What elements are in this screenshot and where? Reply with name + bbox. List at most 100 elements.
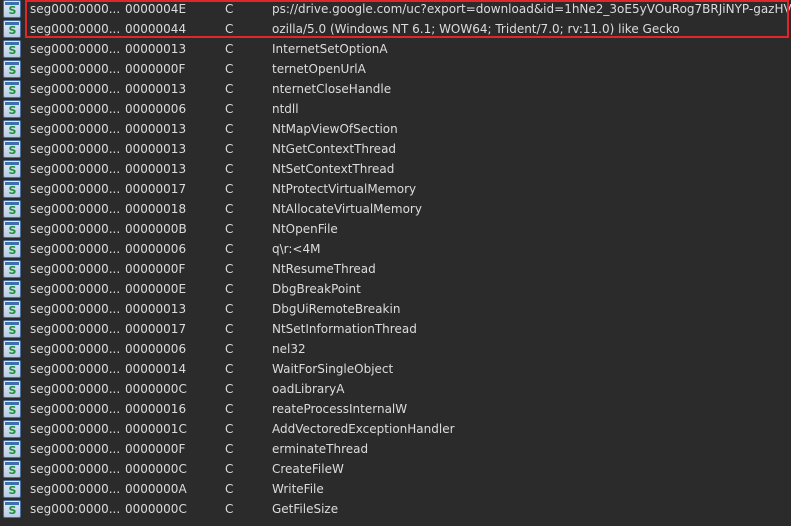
type-cell: C [225, 442, 234, 456]
length-cell: 0000000F [125, 262, 186, 276]
string-row[interactable]: Sseg000:0000... 0000000C C GetFileSize [0, 499, 791, 519]
length-cell: 00000018 [125, 202, 187, 216]
string-icon-glyph: S [8, 44, 17, 57]
length-cell: 00000006 [125, 342, 187, 356]
string-row[interactable]: Sseg000:0000... 00000014 C WaitForSingleObj… [0, 359, 791, 379]
string-s-icon: S [3, 100, 21, 118]
string-s-icon: S [3, 140, 21, 158]
string-row[interactable]: Sseg000:0000... 00000006 Cq\r:<4M [0, 239, 791, 259]
string-row[interactable]: Sseg000:0000... 0000001C C AddVectoredExcep… [0, 419, 791, 439]
string-row[interactable]: Sseg000:0000... 0000000C CoadLibraryA [0, 379, 791, 399]
address-cell: seg000:0000... [30, 482, 121, 496]
string-row[interactable]: Sseg000:0000... 0000000F CternetOpenUrlA [0, 59, 791, 79]
type-cell: C [225, 162, 234, 176]
length-cell: 00000017 [125, 182, 187, 196]
string-s-icon: S [3, 420, 21, 438]
length-cell: 00000013 [125, 122, 187, 136]
address-cell: seg000:0000... [30, 62, 121, 76]
string-s-icon: S [3, 340, 21, 358]
length-cell: 0000000C [125, 502, 187, 516]
string-cell: NtAllocateVirtualMemory [272, 202, 422, 216]
string-row[interactable]: Sseg000:0000... 0000000B C NtOpenFile [0, 219, 791, 239]
string-icon-glyph: S [8, 144, 17, 157]
address-cell: seg000:0000... [30, 242, 121, 256]
string-row[interactable]: Sseg000:0000... 00000006 Cnel32 [0, 339, 791, 359]
string-row[interactable]: Sseg000:0000... 00000017 C NtProtectVirtual… [0, 179, 791, 199]
string-row[interactable]: Sseg000:0000... 0000000C C CreateFileW [0, 459, 791, 479]
length-cell: 0000000A [125, 482, 187, 496]
type-cell: C [225, 402, 234, 416]
string-icon-glyph: S [8, 504, 17, 517]
length-cell: 00000013 [125, 162, 187, 176]
type-cell: C [225, 22, 234, 36]
address-cell: seg000:0000... [30, 322, 121, 336]
length-cell: 0000000F [125, 62, 186, 76]
string-row[interactable]: Sseg000:0000... 00000044 Cozilla/5.0 (Wind… [0, 19, 791, 39]
string-icon-glyph: S [8, 164, 17, 177]
string-row[interactable]: Sseg000:0000... 00000006 Cntdll [0, 99, 791, 119]
string-icon-glyph: S [8, 444, 17, 457]
string-row[interactable]: Sseg000:0000... 00000017 C NtSetInformation… [0, 319, 791, 339]
string-cell: oadLibraryA [272, 382, 345, 396]
string-cell: DbgUiRemoteBreakin [272, 302, 401, 316]
type-cell: C [225, 502, 234, 516]
string-s-icon: S [3, 220, 21, 238]
string-row[interactable]: Sseg000:0000... 0000004E Cps://drive.googl… [0, 0, 791, 19]
string-cell: GetFileSize [272, 502, 339, 516]
string-icon-glyph: S [8, 104, 17, 117]
address-cell: seg000:0000... [30, 182, 121, 196]
type-cell: C [225, 2, 234, 16]
type-cell: C [225, 382, 234, 396]
address-cell: seg000:0000... [30, 162, 121, 176]
string-cell: erminateThread [272, 442, 369, 456]
string-cell: reateProcessInternalW [272, 402, 408, 416]
string-row[interactable]: Sseg000:0000... 00000018 C NtAllocateVirtua… [0, 199, 791, 219]
string-row[interactable]: Sseg000:0000... 00000013 C NtSetContextThre… [0, 159, 791, 179]
type-cell: C [225, 482, 234, 496]
length-cell: 00000006 [125, 242, 187, 256]
address-cell: seg000:0000... [30, 202, 121, 216]
string-row[interactable]: Sseg000:0000... 00000013 CnternetCloseHand… [0, 79, 791, 99]
address-cell: seg000:0000... [30, 282, 121, 296]
string-icon-glyph: S [8, 4, 17, 17]
string-cell: ntdll [272, 102, 299, 116]
string-cell: ozilla/5.0 (Windows NT 6.1; WOW64; Tride… [272, 22, 680, 36]
length-cell: 00000014 [125, 362, 187, 376]
length-cell: 0000000B [125, 222, 187, 236]
string-row[interactable]: Sseg000:0000... 00000013 C InternetSetOptio… [0, 39, 791, 59]
string-row[interactable]: Sseg000:0000... 00000013 C NtMapViewOfSecti… [0, 119, 791, 139]
string-cell: ternetOpenUrlA [272, 62, 366, 76]
string-icon-glyph: S [8, 484, 17, 497]
address-cell: seg000:0000... [30, 362, 121, 376]
address-cell: seg000:0000... [30, 462, 121, 476]
type-cell: C [225, 62, 234, 76]
string-row[interactable]: Sseg000:0000... 0000000F C NtResumeThread [0, 259, 791, 279]
string-cell: NtProtectVirtualMemory [272, 182, 417, 196]
address-cell: seg000:0000... [30, 142, 121, 156]
string-icon-glyph: S [8, 244, 17, 257]
string-s-icon: S [3, 280, 21, 298]
string-icon-glyph: S [8, 24, 17, 37]
length-cell: 0000001C [125, 422, 187, 436]
string-icon-glyph: S [8, 324, 17, 337]
string-row[interactable]: Sseg000:0000... 0000000E C DbgBreakPoint [0, 279, 791, 299]
length-cell: 0000000C [125, 462, 187, 476]
string-s-icon: S [3, 160, 21, 178]
string-row[interactable]: Sseg000:0000... 00000013 C NtGetContextThre… [0, 139, 791, 159]
string-row[interactable]: Sseg000:0000... 0000000A C WriteFile [0, 479, 791, 499]
string-row[interactable]: Sseg000:0000... 00000013 C DbgUiRemoteBreak… [0, 299, 791, 319]
address-cell: seg000:0000... [30, 122, 121, 136]
type-cell: C [225, 202, 234, 216]
type-cell: C [225, 322, 234, 336]
length-cell: 0000004E [125, 2, 187, 16]
strings-window: Sseg000:0000... 0000004E Cps://drive.googl… [0, 0, 791, 526]
type-cell: C [225, 42, 234, 56]
string-icon-glyph: S [8, 184, 17, 197]
string-s-icon: S [3, 460, 21, 478]
string-row[interactable]: Sseg000:0000... 0000000F CerminateThread [0, 439, 791, 459]
length-cell: 00000013 [125, 142, 187, 156]
string-cell: NtGetContextThread [272, 142, 397, 156]
string-s-icon: S [3, 400, 21, 418]
length-cell: 00000017 [125, 322, 187, 336]
string-row[interactable]: Sseg000:0000... 00000016 CreateProcessInte… [0, 399, 791, 419]
